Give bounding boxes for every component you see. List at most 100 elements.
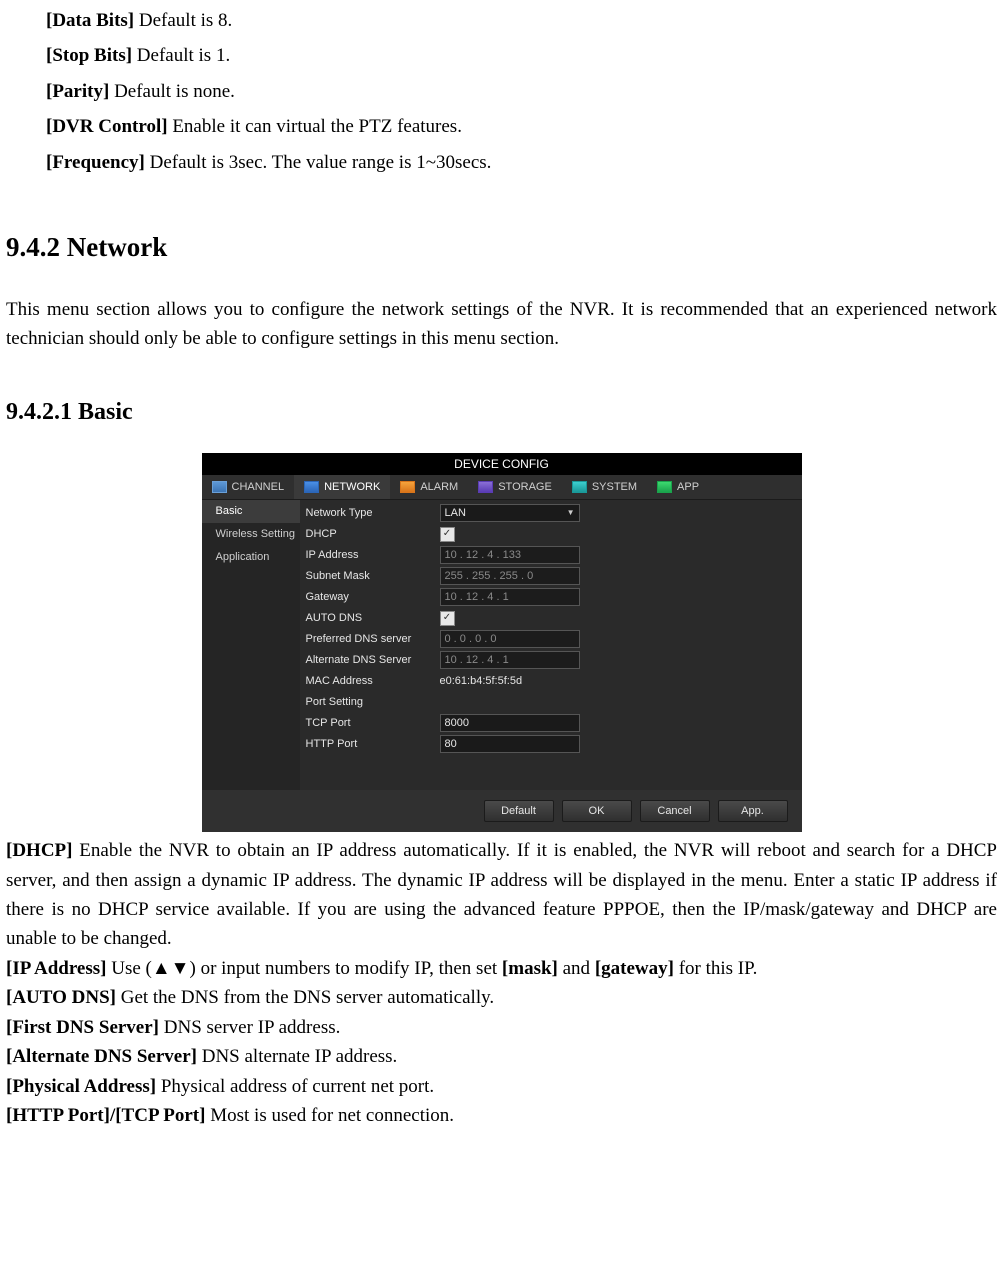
tab-network[interactable]: NETWORK bbox=[294, 475, 390, 499]
def-label: [Data Bits] bbox=[46, 10, 134, 31]
checkbox-dhcp[interactable]: ✓ bbox=[440, 527, 455, 542]
def-text: Default is none. bbox=[109, 81, 235, 102]
def-text: Get the DNS from the DNS server automati… bbox=[116, 987, 494, 1008]
def-label-mask: [mask] bbox=[502, 958, 558, 979]
tab-label: CHANNEL bbox=[232, 482, 285, 493]
select-network-type[interactable]: LAN ▼ bbox=[440, 504, 580, 522]
label-preferred-dns: Preferred DNS server bbox=[304, 634, 440, 645]
def-stop-bits: [Stop Bits] Default is 1. bbox=[46, 41, 997, 70]
label-dhcp: DHCP bbox=[304, 529, 440, 540]
system-icon bbox=[572, 481, 587, 493]
intro-paragraph: This menu section allows you to configur… bbox=[6, 295, 997, 354]
screenshot-device-config: DEVICE CONFIG CHANNEL NETWORK ALARM STOR… bbox=[6, 453, 997, 832]
label-ip-address: IP Address bbox=[304, 550, 440, 561]
app-icon bbox=[657, 481, 672, 493]
label-tcp-port: TCP Port bbox=[304, 718, 440, 729]
def-label: [Physical Address] bbox=[6, 1076, 156, 1097]
input-alternate-dns[interactable]: 10 . 12 . 4 . 1 bbox=[440, 651, 580, 669]
input-subnet-mask[interactable]: 255 . 255 . 255 . 0 bbox=[440, 567, 580, 585]
def-first-dns: [First DNS Server] DNS server IP address… bbox=[6, 1013, 997, 1042]
label-http-port: HTTP Port bbox=[304, 739, 440, 750]
label-subnet-mask: Subnet Mask bbox=[304, 571, 440, 582]
def-text: Enable the NVR to obtain an IP address a… bbox=[6, 840, 997, 949]
label-gateway: Gateway bbox=[304, 592, 440, 603]
tab-system[interactable]: SYSTEM bbox=[562, 475, 647, 499]
tab-storage[interactable]: STORAGE bbox=[468, 475, 562, 499]
input-tcp-port[interactable]: 8000 bbox=[440, 714, 580, 732]
def-label: [HTTP Port]/[TCP Port] bbox=[6, 1105, 205, 1126]
def-dhcp: [DHCP] Enable the NVR to obtain an IP ad… bbox=[6, 836, 997, 954]
ok-button[interactable]: OK bbox=[562, 800, 632, 822]
tab-label: SYSTEM bbox=[592, 482, 637, 493]
def-text: Physical address of current net port. bbox=[156, 1076, 434, 1097]
def-text-mid: ) or input numbers to modify IP, then se… bbox=[190, 958, 502, 979]
tab-app[interactable]: APP bbox=[647, 475, 709, 499]
tab-label: APP bbox=[677, 482, 699, 493]
def-text-pre: Use ( bbox=[106, 958, 151, 979]
def-text: Most is used for net connection. bbox=[205, 1105, 454, 1126]
def-text: DNS alternate IP address. bbox=[197, 1046, 397, 1067]
def-label: [First DNS Server] bbox=[6, 1017, 159, 1038]
alarm-icon bbox=[400, 481, 415, 493]
input-ip-address[interactable]: 10 . 12 . 4 . 133 bbox=[440, 546, 580, 564]
check-icon: ✓ bbox=[443, 529, 451, 539]
app-button[interactable]: App. bbox=[718, 800, 788, 822]
def-label-gateway: [gateway] bbox=[595, 958, 674, 979]
heading-9-4-2: 9.4.2 Network bbox=[6, 227, 997, 269]
def-dvr-control: [DVR Control] Enable it can virtual the … bbox=[46, 112, 997, 141]
def-physical-address: [Physical Address] Physical address of c… bbox=[6, 1072, 997, 1101]
tab-bar: CHANNEL NETWORK ALARM STORAGE SYSTEM APP bbox=[202, 475, 802, 500]
input-http-port[interactable]: 80 bbox=[440, 735, 580, 753]
def-frequency: [Frequency] Default is 3sec. The value r… bbox=[46, 148, 997, 177]
def-text-post: for this IP. bbox=[674, 958, 757, 979]
channel-icon bbox=[212, 481, 227, 493]
def-data-bits: [Data Bits] Default is 8. bbox=[46, 6, 997, 35]
def-parity: [Parity] Default is none. bbox=[46, 77, 997, 106]
cancel-button[interactable]: Cancel bbox=[640, 800, 710, 822]
def-label: [DVR Control] bbox=[46, 116, 168, 137]
select-value: LAN bbox=[445, 508, 466, 519]
network-icon bbox=[304, 481, 319, 493]
def-text: Default is 3sec. The value range is 1~30… bbox=[145, 152, 492, 173]
value-mac-address: e0:61:b4:5f:5f:5d bbox=[440, 675, 523, 687]
def-label: [Frequency] bbox=[46, 152, 145, 173]
def-text: Default is 1. bbox=[132, 45, 230, 66]
chevron-down-icon: ▼ bbox=[567, 509, 575, 517]
checkbox-auto-dns[interactable]: ✓ bbox=[440, 611, 455, 626]
tab-label: ALARM bbox=[420, 482, 458, 493]
def-label: [Parity] bbox=[46, 81, 109, 102]
tab-channel[interactable]: CHANNEL bbox=[202, 475, 295, 499]
check-icon: ✓ bbox=[443, 613, 451, 623]
def-text: Default is 8. bbox=[134, 10, 232, 31]
input-gateway[interactable]: 10 . 12 . 4 . 1 bbox=[440, 588, 580, 606]
def-label: [AUTO DNS] bbox=[6, 987, 116, 1008]
def-label: [Alternate DNS Server] bbox=[6, 1046, 197, 1067]
input-preferred-dns[interactable]: 0 . 0 . 0 . 0 bbox=[440, 630, 580, 648]
def-label: [Stop Bits] bbox=[46, 45, 132, 66]
storage-icon bbox=[478, 481, 493, 493]
tab-label: STORAGE bbox=[498, 482, 552, 493]
window-title: DEVICE CONFIG bbox=[202, 453, 802, 475]
heading-9-4-2-1: 9.4.2.1 Basic bbox=[6, 394, 997, 431]
sidebar-item-application[interactable]: Application bbox=[202, 546, 300, 569]
def-auto-dns: [AUTO DNS] Get the DNS from the DNS serv… bbox=[6, 983, 997, 1012]
def-label: [DHCP] bbox=[6, 840, 72, 861]
def-ip-address: [IP Address] Use (▲▼) or input numbers t… bbox=[6, 954, 997, 983]
label-auto-dns: AUTO DNS bbox=[304, 613, 440, 624]
default-button[interactable]: Default bbox=[484, 800, 554, 822]
sidebar-item-basic[interactable]: Basic bbox=[202, 500, 300, 523]
label-port-setting: Port Setting bbox=[304, 697, 440, 708]
def-text-and: and bbox=[558, 958, 595, 979]
label-network-type: Network Type bbox=[304, 508, 440, 519]
sidebar-item-wireless[interactable]: Wireless Setting bbox=[202, 523, 300, 546]
def-alternate-dns: [Alternate DNS Server] DNS alternate IP … bbox=[6, 1042, 997, 1071]
def-text: Enable it can virtual the PTZ features. bbox=[168, 116, 462, 137]
def-text: DNS server IP address. bbox=[159, 1017, 340, 1038]
form-area: Network Type LAN ▼ DHCP ✓ IP Address 10 .… bbox=[300, 500, 802, 790]
def-label: [IP Address] bbox=[6, 958, 106, 979]
tab-label: NETWORK bbox=[324, 482, 380, 493]
sidebar: Basic Wireless Setting Application bbox=[202, 500, 300, 790]
arrows-icon: ▲▼ bbox=[152, 958, 190, 979]
label-mac-address: MAC Address bbox=[304, 676, 440, 687]
tab-alarm[interactable]: ALARM bbox=[390, 475, 468, 499]
